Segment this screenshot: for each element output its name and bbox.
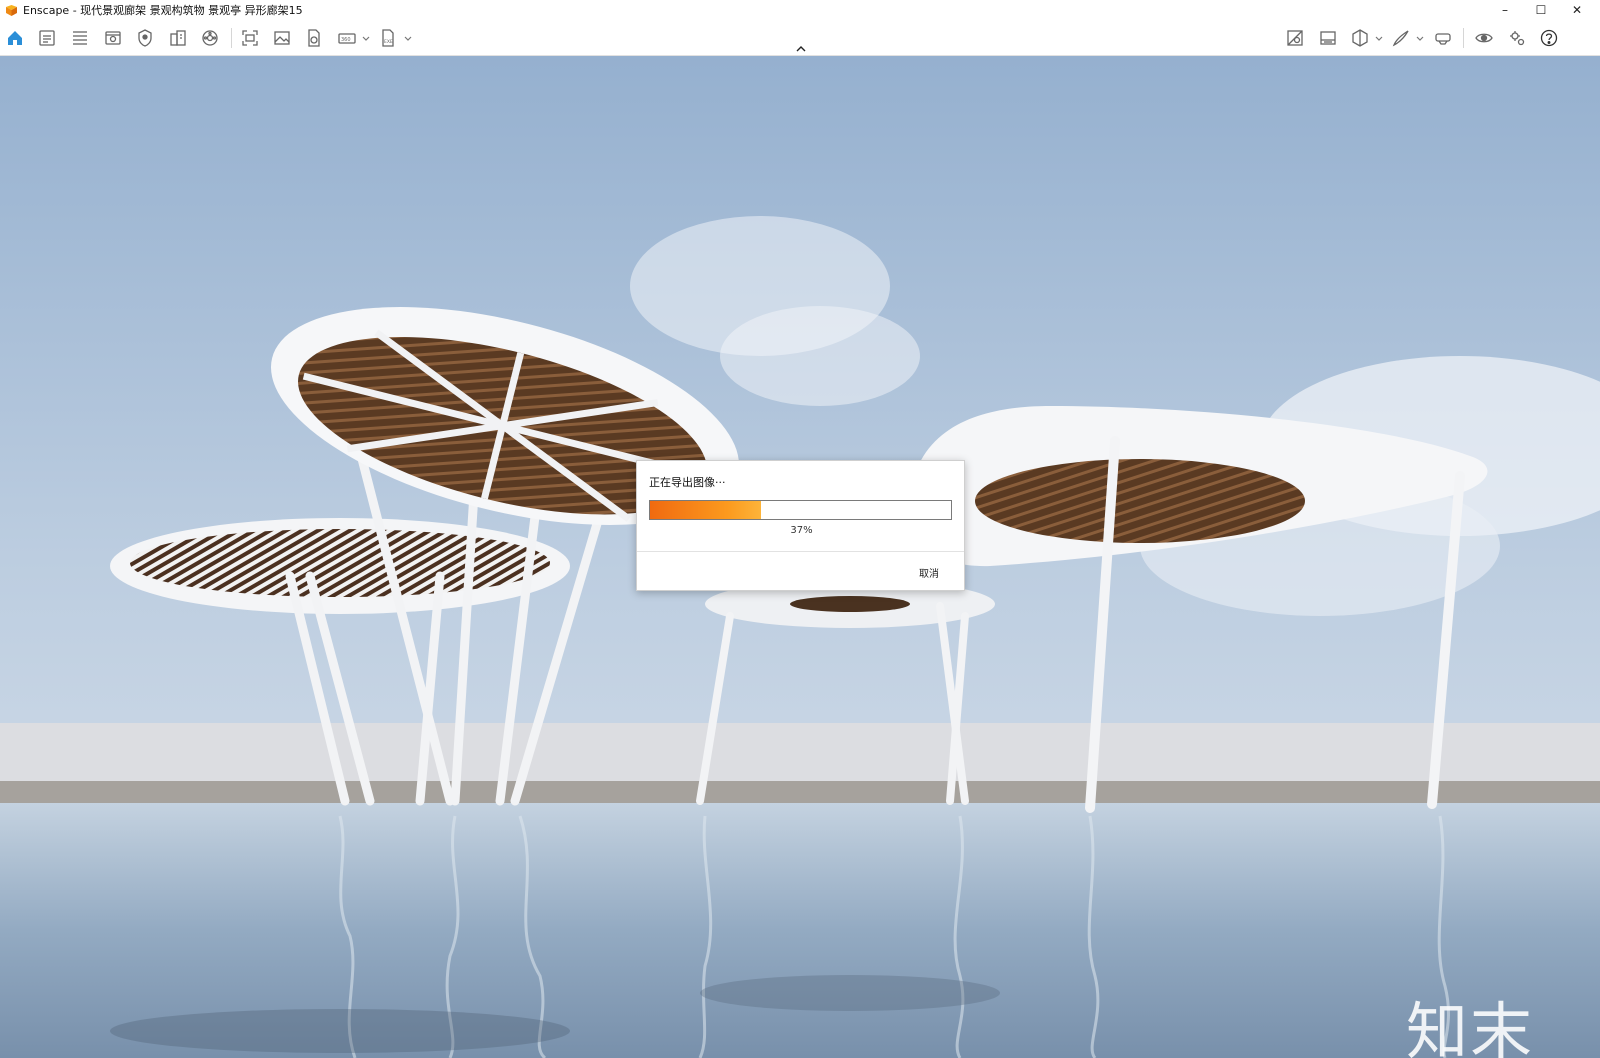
- export-exe-icon: EXE: [382, 29, 394, 47]
- atmosphere-icon: [1287, 30, 1303, 46]
- cube-icon: [1352, 29, 1368, 47]
- shield-icon: [138, 29, 152, 47]
- building-button[interactable]: [167, 27, 189, 49]
- atmosphere-button[interactable]: [1284, 27, 1306, 49]
- home-button[interactable]: [4, 27, 26, 49]
- cube-button[interactable]: [1349, 27, 1371, 49]
- batch-render-icon: [308, 29, 320, 47]
- asset-library-icon: [202, 30, 218, 46]
- dialog-divider: [637, 551, 964, 552]
- progress-percent: 37%: [790, 525, 813, 536]
- screenshot-button[interactable]: [239, 27, 261, 49]
- image-button[interactable]: [271, 27, 293, 49]
- chevron-down-icon[interactable]: [1375, 33, 1383, 43]
- image-icon: [274, 31, 290, 45]
- panorama-icon: 360: [338, 33, 356, 44]
- close-button[interactable]: ✕: [1559, 0, 1595, 20]
- brush-button[interactable]: [1390, 27, 1412, 49]
- toolbar-separator: [231, 28, 232, 48]
- notes-icon: [39, 30, 55, 46]
- close-icon: ✕: [1571, 3, 1583, 17]
- eye-button[interactable]: [1473, 27, 1495, 49]
- collapse-toolbar-icon[interactable]: [794, 44, 808, 54]
- dialog-title: 正在导出图像···: [649, 476, 726, 489]
- screenshot-icon: [242, 30, 258, 46]
- vr-headset-icon: [1435, 33, 1451, 45]
- help-icon: [1540, 29, 1558, 47]
- settings-icon: [1510, 31, 1525, 46]
- shield-button[interactable]: [134, 27, 156, 49]
- render-settings-button[interactable]: [1317, 27, 1339, 49]
- notes-button[interactable]: [36, 27, 58, 49]
- asset-library-button[interactable]: [199, 27, 221, 49]
- minimize-icon: –: [1502, 3, 1508, 17]
- minimize-button[interactable]: –: [1487, 0, 1523, 20]
- toolbar-separator: [1463, 28, 1464, 48]
- maximize-button[interactable]: ☐: [1523, 0, 1559, 20]
- chevron-down-icon[interactable]: [404, 33, 412, 43]
- list-button[interactable]: [69, 27, 91, 49]
- enscape-logo-icon: [6, 4, 17, 16]
- progress-fill: [650, 501, 762, 519]
- render-settings-icon: [1320, 31, 1336, 45]
- svg-text:360: 360: [341, 37, 351, 43]
- chevron-down-icon[interactable]: [1416, 33, 1424, 43]
- vr-headset-button[interactable]: [1432, 27, 1454, 49]
- title-bar: Enscape - 现代景观廊架 景观构筑物 景观亭 异形廊架15 – ☐ ✕: [0, 0, 1600, 20]
- settings-button[interactable]: [1506, 27, 1528, 49]
- watermark-brand: 知末: [1406, 995, 1535, 1058]
- building-icon: [170, 30, 186, 46]
- window-title: Enscape - 现代景观廊架 景观构筑物 景观亭 异形廊架15: [23, 4, 303, 17]
- panorama-button[interactable]: 360: [336, 27, 358, 49]
- list-icon: [73, 31, 87, 45]
- help-button[interactable]: [1538, 27, 1560, 49]
- progress-bar: [649, 500, 952, 520]
- chevron-down-icon[interactable]: [362, 33, 370, 43]
- export-exe-button[interactable]: EXE: [377, 27, 399, 49]
- eye-icon: [1475, 33, 1493, 43]
- view-icon: [105, 31, 121, 45]
- batch-render-button[interactable]: [303, 27, 325, 49]
- home-icon: [8, 31, 22, 45]
- brush-icon: [1392, 30, 1409, 47]
- cancel-button[interactable]: 取消: [905, 563, 953, 581]
- view-button[interactable]: [102, 27, 124, 49]
- export-progress-dialog: 正在导出图像··· 37% 取消: [636, 460, 965, 591]
- svg-text:EXE: EXE: [384, 39, 393, 45]
- maximize-icon: ☐: [1535, 3, 1547, 17]
